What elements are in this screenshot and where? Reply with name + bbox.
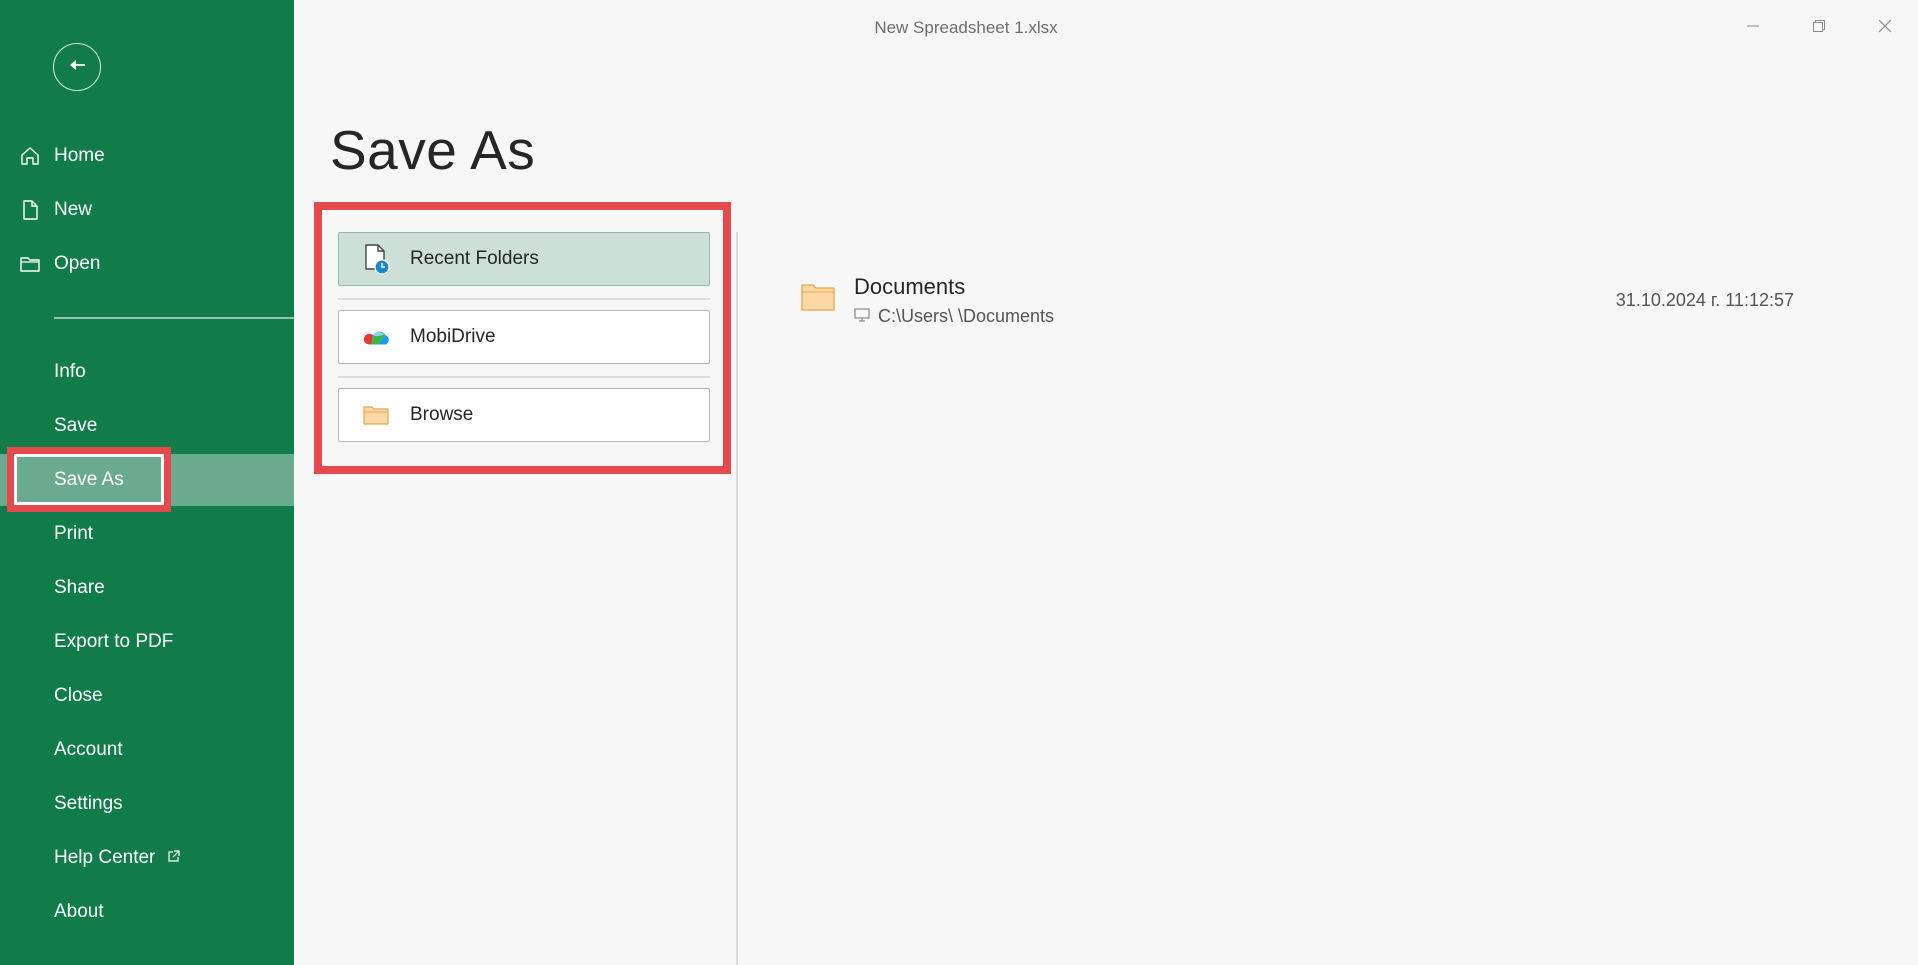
close-window-button[interactable] <box>1852 10 1918 46</box>
sidebar-item-label: Close <box>54 685 103 706</box>
external-link-icon <box>167 847 180 869</box>
sidebar-item-label: Info <box>54 361 86 382</box>
save-locations-panel: Recent Folders MobiDrive Browse <box>314 202 731 474</box>
sidebar-item-label: Account <box>54 739 123 760</box>
sidebar-item-label: Export to PDF <box>54 631 174 652</box>
sidebar-item-label: New <box>54 199 93 220</box>
sidebar-item-save[interactable]: Save <box>0 400 294 452</box>
sidebar-item-label: Save As <box>54 469 124 490</box>
back-button[interactable] <box>53 43 101 91</box>
sidebar-item-home[interactable]: Home <box>0 130 294 182</box>
sidebar-item-label: Home <box>54 145 105 166</box>
folder-icon <box>361 400 391 430</box>
sidebar-item-open[interactable]: Open <box>0 238 294 290</box>
sidebar-item-label: Share <box>54 577 105 598</box>
restore-icon <box>1812 19 1826 38</box>
page-title: Save As <box>330 119 536 181</box>
panel-divider <box>736 232 738 965</box>
window-title: New Spreadsheet 1.xlsx <box>874 18 1058 37</box>
location-separator <box>338 298 710 300</box>
folder-icon <box>800 282 836 317</box>
sidebar-item-close[interactable]: Close <box>0 670 294 722</box>
arrow-left-icon <box>66 54 88 81</box>
close-icon <box>1877 18 1893 39</box>
sidebar-item-about[interactable]: About <box>0 886 294 938</box>
sidebar-item-label: Save <box>54 415 98 436</box>
sidebar-item-label-wrap: Help Center <box>54 847 180 869</box>
minimize-icon <box>1746 19 1760 38</box>
sidebar-item-share[interactable]: Share <box>0 562 294 614</box>
location-browse[interactable]: Browse <box>338 388 710 442</box>
mobidrive-icon <box>361 322 391 352</box>
location-label: MobiDrive <box>410 326 496 347</box>
home-icon <box>19 145 41 167</box>
new-file-icon <box>19 199 41 221</box>
sidebar-item-print[interactable]: Print <box>0 508 294 560</box>
restore-button[interactable] <box>1786 10 1852 46</box>
sidebar-item-help-center[interactable]: Help Center <box>0 832 294 884</box>
recent-file-icon <box>361 244 391 275</box>
window-controls <box>1720 10 1918 46</box>
folder-path-row: C:\Users\ \Documents <box>854 306 1054 327</box>
minimize-button[interactable] <box>1720 10 1786 46</box>
computer-icon <box>854 306 870 327</box>
folder-path: C:\Users\ \Documents <box>878 306 1055 326</box>
sidebar-item-label: Help Center <box>54 847 156 868</box>
location-mobidrive[interactable]: MobiDrive <box>338 310 710 364</box>
recent-folder-item[interactable]: Documents C:\Users\ \Documents 31.10.202… <box>790 268 1810 330</box>
sidebar-item-new[interactable]: New <box>0 184 294 236</box>
sidebar-item-label: Settings <box>54 793 123 814</box>
sidebar-item-settings[interactable]: Settings <box>0 778 294 830</box>
sidebar-item-label: Open <box>54 253 101 274</box>
sidebar-item-info[interactable]: Info <box>0 346 294 398</box>
sidebar-divider <box>54 317 294 319</box>
location-label: Recent Folders <box>410 248 539 269</box>
folder-date: 31.10.2024 г. 11:12:57 <box>1615 290 1794 310</box>
folder-name: Documents <box>854 274 966 299</box>
sidebar-item-export-to-pdf[interactable]: Export to PDF <box>0 616 294 668</box>
sidebar-item-label: About <box>54 901 104 922</box>
location-recent-folders[interactable]: Recent Folders <box>338 232 710 286</box>
folder-open-icon <box>19 253 41 275</box>
sidebar-item-account[interactable]: Account <box>0 724 294 776</box>
location-label: Browse <box>410 404 474 425</box>
location-separator <box>338 376 710 378</box>
sidebar-item-save-as[interactable]: Save As <box>0 454 294 506</box>
backstage-sidebar: Home New Open Info Save Save As Print Sh… <box>0 0 294 965</box>
sidebar-item-label: Print <box>54 523 94 544</box>
